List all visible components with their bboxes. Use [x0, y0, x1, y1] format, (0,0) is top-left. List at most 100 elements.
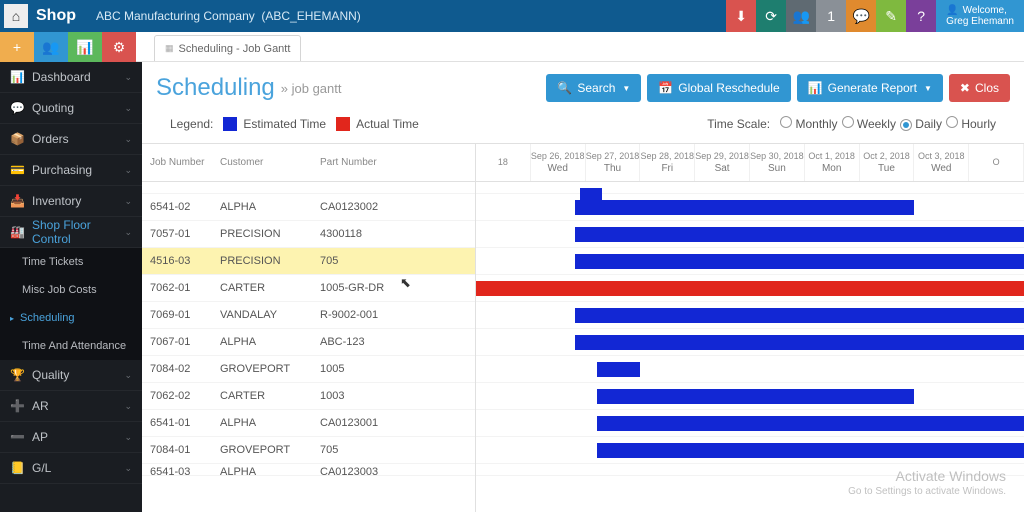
chevron-down-icon: ⌄ — [124, 370, 132, 381]
actual-bar[interactable] — [476, 281, 1024, 296]
sidebar-item-orders[interactable]: 📦Orders⌄ — [0, 124, 142, 155]
gantt-row[interactable] — [476, 221, 1024, 248]
sidebar-item-quality[interactable]: 🏆Quality⌄ — [0, 360, 142, 391]
legend-label: Legend: — [170, 117, 213, 131]
chart-icon[interactable]: 📊 — [68, 32, 102, 62]
customer-cell: PRECISION — [212, 255, 312, 267]
sidebar-subitem-misc-job-costs[interactable]: Misc Job Costs — [0, 276, 142, 304]
estimated-bar[interactable] — [575, 254, 1024, 269]
tab-scheduling-job-gantt[interactable]: ▦ Scheduling - Job Gantt — [154, 35, 301, 61]
chat-icon[interactable]: 💬 — [846, 0, 876, 32]
sidebar-item-ar[interactable]: ➕AR⌄ — [0, 391, 142, 422]
gantt-row[interactable] — [476, 383, 1024, 410]
table-row[interactable]: 7067-01ALPHAABC-123 — [142, 329, 475, 356]
sub-bar: +👥📊⚙ ▦ Scheduling - Job Gantt — [0, 32, 1024, 62]
job-number-cell: 7067-01 — [142, 336, 212, 348]
table-row[interactable]: 7062-01CARTER1005-GR-DR — [142, 275, 475, 302]
estimated-bar[interactable] — [597, 416, 1024, 431]
timeline-column: O — [969, 144, 1024, 181]
help-icon[interactable]: ? — [906, 0, 936, 32]
gantt-row[interactable] — [476, 275, 1024, 302]
table-row[interactable]: 4516-03PRECISION705 — [142, 248, 475, 275]
table-row[interactable]: 6541-02ALPHACA0123002 — [142, 194, 475, 221]
nav-label: AP — [32, 430, 116, 444]
gantt-row[interactable] — [476, 464, 1024, 476]
table-row[interactable]: 7084-02GROVEPORT1005 — [142, 356, 475, 383]
job-number-cell: 7062-01 — [142, 282, 212, 294]
table-row[interactable]: 7062-02CARTER1003 — [142, 383, 475, 410]
sidebar-item-g/l[interactable]: 📒G/L⌄ — [0, 453, 142, 484]
chevron-down-icon: ⌄ — [124, 463, 132, 474]
sidebar-subitem-scheduling[interactable]: ▸Scheduling — [0, 304, 142, 332]
sidebar-item-shop-floor-control[interactable]: 🏭Shop Floor Control⌄ — [0, 217, 142, 248]
estimated-bar[interactable] — [575, 227, 1024, 242]
download-icon[interactable]: ⬇ — [726, 0, 756, 32]
customer-cell: PRECISION — [212, 228, 312, 240]
gantt-row[interactable] — [476, 329, 1024, 356]
nav-icon: 📦 — [10, 132, 24, 146]
sidebar-item-purchasing[interactable]: 💳Purchasing⌄ — [0, 155, 142, 186]
sidebar-item-quoting[interactable]: 💬Quoting⌄ — [0, 93, 142, 124]
part-number-cell: 1005-GR-DR — [312, 282, 475, 294]
time-scale-label: Time Scale: — [707, 117, 770, 131]
table-row[interactable]: 6541-01ALPHACA0123001 — [142, 410, 475, 437]
estimated-bar[interactable] — [575, 308, 1024, 323]
timescale-option-daily[interactable]: Daily — [900, 117, 942, 131]
nav-icon: 💬 — [10, 101, 24, 115]
gantt-left-header: Job Number Customer Part Number — [142, 144, 475, 182]
table-row[interactable] — [142, 182, 475, 194]
job-number-cell: 6541-03 — [142, 466, 212, 476]
table-row[interactable]: 6541-03ALPHACA0123003 — [142, 464, 475, 476]
badge-icon[interactable]: 1 — [816, 0, 846, 32]
sidebar-item-ap[interactable]: ➖AP⌄ — [0, 422, 142, 453]
column-customer[interactable]: Customer — [212, 157, 312, 168]
sidebar-item-dashboard[interactable]: 📊Dashboard⌄ — [0, 62, 142, 93]
gantt-row[interactable] — [476, 437, 1024, 464]
gantt-row[interactable] — [476, 248, 1024, 275]
table-row[interactable]: 7069-01VANDALAYR-9002-001 — [142, 302, 475, 329]
table-row[interactable]: 7057-01PRECISION4300118 — [142, 221, 475, 248]
estimated-bar[interactable] — [575, 335, 1024, 350]
estimated-bar[interactable] — [597, 362, 641, 377]
group-icon[interactable]: 👥 — [34, 32, 68, 62]
timescale-option-hourly[interactable]: Hourly — [946, 117, 996, 131]
column-part-number[interactable]: Part Number — [312, 157, 475, 168]
global-reschedule-button[interactable]: 📅Global Reschedule — [647, 74, 790, 102]
customer-cell: GROVEPORT — [212, 444, 312, 456]
estimated-bar[interactable] — [575, 200, 915, 215]
sidebar-subitem-time-tickets[interactable]: Time Tickets — [0, 248, 142, 276]
nav-icon: 📥 — [10, 194, 24, 208]
estimated-bar[interactable] — [597, 443, 1024, 458]
job-number-cell: 6541-02 — [142, 201, 212, 213]
refresh-icon[interactable]: ⟳ — [756, 0, 786, 32]
nav-label: Dashboard — [32, 70, 116, 84]
generate-report-button[interactable]: 📊Generate Report▼ — [797, 74, 943, 102]
gantt-row[interactable] — [476, 194, 1024, 221]
user-icon: 👤 — [946, 5, 958, 16]
sidebar-subitem-time-and-attendance[interactable]: Time And Attendance — [0, 332, 142, 360]
plus-icon[interactable]: + — [0, 32, 34, 62]
estimated-bar[interactable] — [597, 389, 915, 404]
user-welcome[interactable]: 👤Welcome, Greg Ehemann — [936, 0, 1024, 32]
search-icon: 🔍 — [557, 81, 572, 95]
edit-icon[interactable]: ✎ — [876, 0, 906, 32]
table-row[interactable]: 7084-01GROVEPORT705 — [142, 437, 475, 464]
gantt-row[interactable] — [476, 410, 1024, 437]
timescale-option-weekly[interactable]: Weekly — [842, 117, 896, 131]
user-name: Greg Ehemann — [946, 16, 1014, 27]
gantt-row[interactable] — [476, 302, 1024, 329]
users-icon[interactable]: 👥 — [786, 0, 816, 32]
gantt-row[interactable] — [476, 182, 1024, 194]
timescale-option-monthly[interactable]: Monthly — [780, 117, 837, 131]
nav-label: AR — [32, 399, 116, 413]
part-number-cell: CA0123001 — [312, 417, 475, 429]
gears-icon[interactable]: ⚙ — [102, 32, 136, 62]
column-job-number[interactable]: Job Number — [142, 157, 212, 168]
gantt-row[interactable] — [476, 356, 1024, 383]
chevron-down-icon: ⌄ — [124, 103, 132, 114]
chart-icon: 📊 — [808, 81, 823, 95]
close-button[interactable]: ✖Clos — [949, 74, 1010, 102]
part-number-cell: CA0123002 — [312, 201, 475, 213]
sidebar-item-inventory[interactable]: 📥Inventory⌄ — [0, 186, 142, 217]
search-button[interactable]: 🔍Search▼ — [546, 74, 641, 102]
